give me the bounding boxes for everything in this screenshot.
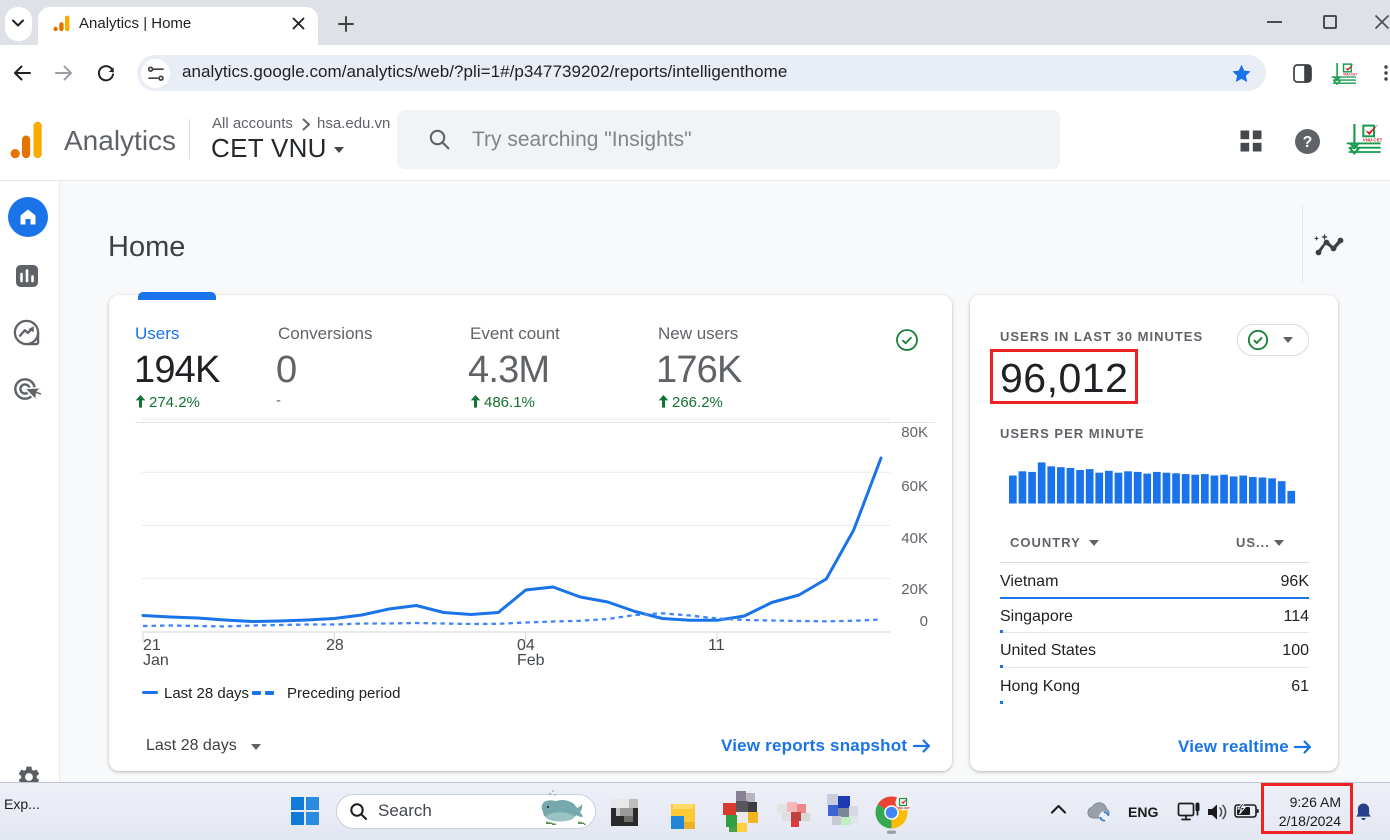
svg-text:VNU-CET: VNU-CET: [1343, 72, 1357, 76]
svg-text:?: ?: [1303, 134, 1312, 151]
svg-text:VNU-CET: VNU-CET: [897, 806, 910, 810]
svg-text:VNU-CET: VNU-CET: [1363, 137, 1382, 142]
